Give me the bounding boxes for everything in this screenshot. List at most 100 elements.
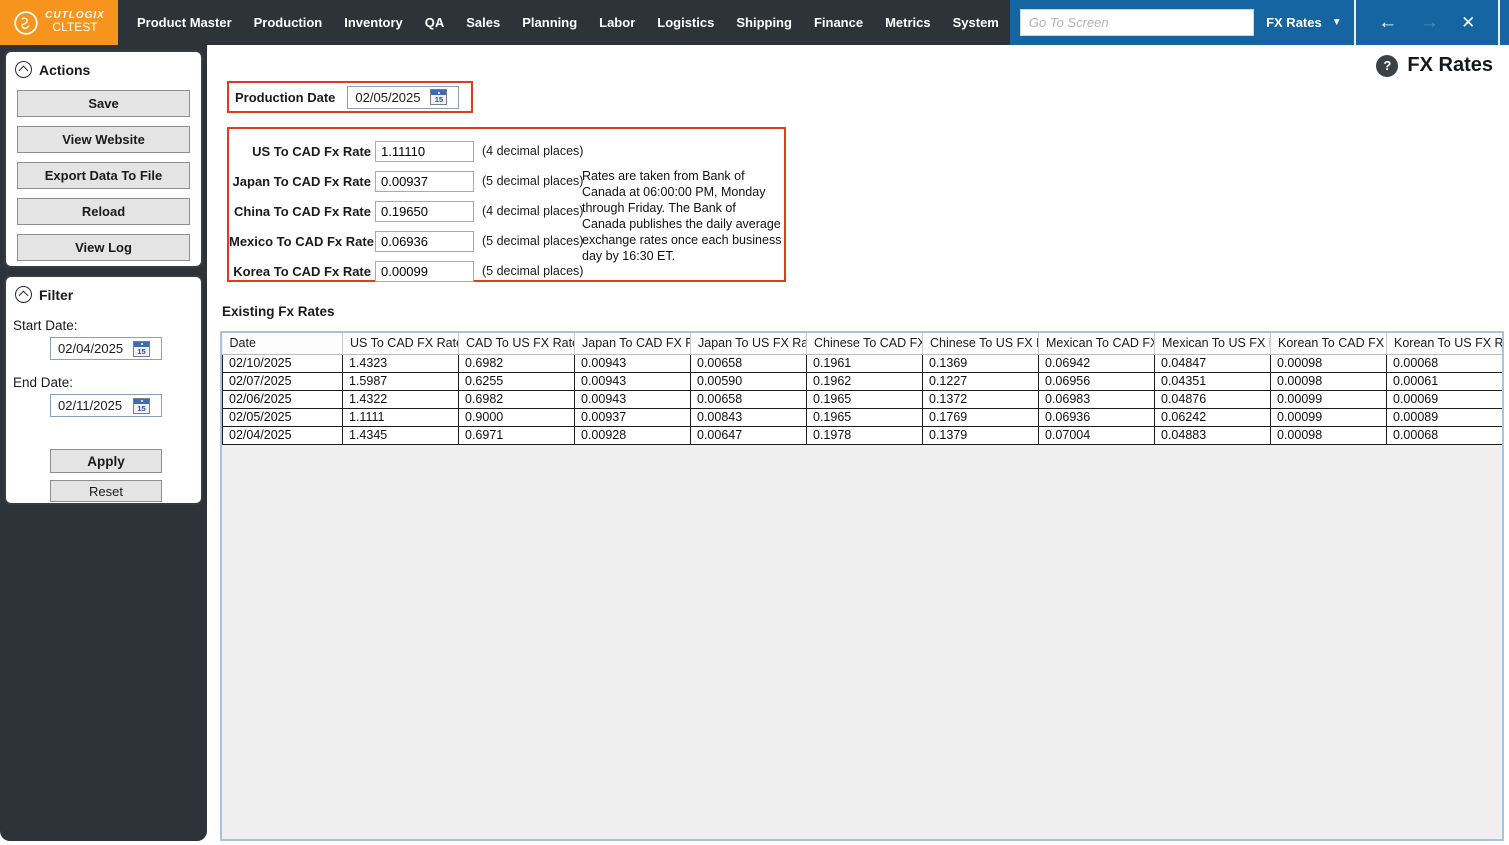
column-header[interactable]: US To CAD FX Rate [342,333,459,355]
china-to-cad-fx-rate-input[interactable] [375,200,474,222]
table-cell: 02/05/2025 [222,407,343,427]
view-website-button[interactable]: View Website [17,126,190,153]
collapse-chevron-icon[interactable] [15,286,32,303]
table-cell: 0.00061 [1386,371,1502,391]
start-date-field: 15 [50,337,162,360]
table-cell: 0.00658 [690,389,807,409]
decimal-places-note: (5 decimal places) [482,264,584,278]
table-cell: 0.00658 [690,353,807,373]
table-row[interactable]: 02/05/2025 1.1111 0.9000 0.00937 0.00843 0.19… [222,407,1502,427]
table-cell: 1.4345 [342,425,459,445]
nav-menu-shipping[interactable]: Shipping [725,15,803,30]
korea-to-cad-fx-rate-input[interactable] [375,260,474,282]
column-header[interactable]: Korean To US FX Rate [1386,333,1502,355]
table-cell: 0.00089 [1386,407,1502,427]
environment-name: CLTEST [52,20,98,35]
table-cell: 0.06956 [1038,371,1155,391]
page-header: ? FX Rates [1376,54,1493,77]
calendar-icon-day: 15 [137,346,146,356]
column-header[interactable]: Japan To US FX Rate [690,333,807,355]
nav-menu-metrics[interactable]: Metrics [874,15,942,30]
decimal-places-note: (4 decimal places) [482,204,584,218]
screen-selector-dropdown[interactable]: FX Rates ▼ [1254,0,1354,45]
table-cell: 0.1369 [922,353,1039,373]
column-header[interactable]: Japan To CAD FX Rate [574,333,691,355]
table-cell: 1.1111 [342,407,459,427]
nav-menu-qa[interactable]: QA [414,15,456,30]
table-cell: 0.00099 [1270,407,1387,427]
table-cell: 0.00928 [574,425,691,445]
column-header[interactable]: Chinese To CAD FX Rate [806,333,923,355]
table-cell: 0.06936 [1038,407,1155,427]
table-cell: 0.1961 [806,353,923,373]
fx-rates-entry-section: US To CAD Fx Rate (4 decimal places) Japan… [227,127,786,282]
table-cell: 0.6971 [458,425,575,445]
view-log-button[interactable]: View Log [17,234,190,261]
favorite-zone: ★ [1500,13,1509,32]
nav-menu-inventory[interactable]: Inventory [333,15,414,30]
column-header[interactable]: Chinese To US FX Rate [922,333,1039,355]
calendar-icon-day: 15 [137,403,146,413]
reload-button[interactable]: Reload [17,198,190,225]
table-cell: 0.00943 [574,353,691,373]
nav-menu-system[interactable]: System [942,15,1010,30]
nav-menu-planning[interactable]: Planning [511,15,588,30]
nav-menu-sales[interactable]: Sales [455,15,511,30]
table-cell: 0.00099 [1270,389,1387,409]
rate-label: US To CAD Fx Rate [252,143,371,159]
japan-to-cad-fx-rate-input[interactable] [375,170,474,192]
calendar-icon[interactable]: 15 [430,89,448,105]
us-to-cad-fx-rate-input[interactable] [375,140,474,162]
nav-menu-production[interactable]: Production [243,15,334,30]
collapse-chevron-icon[interactable] [15,61,32,78]
column-header[interactable]: CAD To US FX Rate [458,333,575,355]
table-cell: 02/06/2025 [222,389,343,409]
rate-label: Japan To CAD Fx Rate [232,173,371,189]
rate-label: Korea To CAD Fx Rate [233,263,371,279]
rate-label: China To CAD Fx Rate [234,203,371,219]
nav-menu-product-master[interactable]: Product Master [126,15,243,30]
calendar-icon[interactable]: 15 [133,340,150,357]
table-row[interactable]: 02/04/2025 1.4345 0.6971 0.00928 0.00647 0.19… [222,425,1502,445]
table-cell: 1.4323 [342,353,459,373]
end-date-input[interactable] [51,398,133,413]
mexico-to-cad-fx-rate-input[interactable] [375,230,474,252]
reset-button[interactable]: Reset [50,480,162,502]
help-icon[interactable]: ? [1376,54,1399,77]
table-cell: 0.00647 [690,425,807,445]
table-row[interactable]: 02/06/2025 1.4322 0.6982 0.00943 0.00658 0.19… [222,389,1502,409]
production-date-input[interactable] [348,89,431,105]
column-header[interactable]: Date [222,333,343,355]
chevron-down-icon: ▼ [1331,17,1342,28]
nav-menu-labor[interactable]: Labor [588,15,646,30]
nav-menu-logistics[interactable]: Logistics [646,15,725,30]
column-header[interactable]: Mexican To CAD FX Rate [1038,333,1155,355]
start-date-input[interactable] [51,341,133,356]
export-data-to-file-button[interactable]: Export Data To File [17,162,190,189]
forward-arrow-icon[interactable]: → [1420,13,1439,32]
column-header[interactable]: Mexican To US FX Rate [1154,333,1271,355]
rate-label: Mexico To CAD Fx Rate [229,233,374,249]
table-cell: 0.6982 [458,389,575,409]
table-cell: 0.1978 [806,425,923,445]
goto-screen-input[interactable] [1019,9,1254,36]
save-button[interactable]: Save [17,90,190,117]
back-arrow-icon[interactable]: ← [1378,13,1397,32]
table-cell: 1.4322 [342,389,459,409]
table-cell: 0.04876 [1154,389,1271,409]
calendar-icon-day: 15 [434,95,444,104]
table-cell: 02/10/2025 [222,353,343,373]
nav-menu-finance[interactable]: Finance [803,15,874,30]
navbar-history-controls: ← → ✕ [1356,0,1498,45]
table-cell: 0.00098 [1270,353,1387,373]
calendar-icon[interactable]: 15 [133,397,150,414]
column-header[interactable]: Korean To CAD FX Rate [1270,333,1387,355]
apply-button[interactable]: Apply [50,449,162,473]
decimal-places-note: (5 decimal places) [482,174,584,188]
decimal-places-note: (5 decimal places) [482,234,584,248]
close-screen-icon[interactable]: ✕ [1461,14,1475,31]
table-cell: 0.07004 [1038,425,1155,445]
table-row[interactable]: 02/07/2025 1.5987 0.6255 0.00943 0.00590 0.19… [222,371,1502,391]
table-cell: 0.00069 [1386,389,1502,409]
table-row[interactable]: 02/10/2025 1.4323 0.6982 0.00943 0.00658 0.19… [222,353,1502,373]
